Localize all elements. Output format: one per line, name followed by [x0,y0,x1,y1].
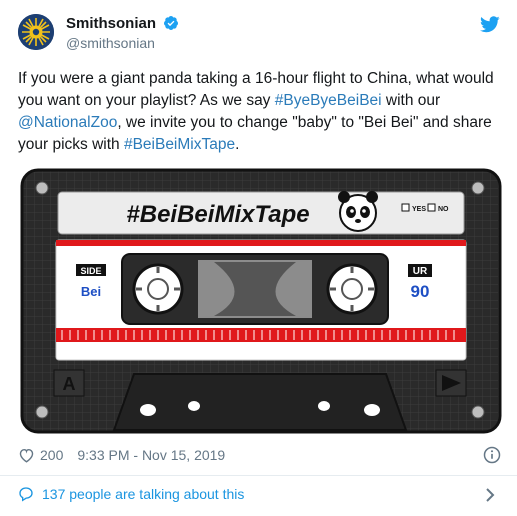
heart-icon[interactable] [18,447,35,463]
tweet-text-segment: . [235,136,240,153]
account-handle[interactable]: @smithsonian [66,35,155,51]
chevron-right-icon[interactable] [485,488,495,502]
cassette-title-text: #BeiBeiMixTape [126,201,309,228]
tweet-media-image[interactable]: #BeiBeiMixTape YES NO SIDE Bei UR 90 A [18,164,502,436]
red-stripe-top [56,240,466,246]
tweet-meta: 200 9:33 PM - Nov 15, 2019 [18,444,225,466]
ur-label: UR [413,266,428,277]
account-name[interactable]: Smithsonian [66,15,156,32]
account-avatar[interactable] [18,14,54,50]
tweet-text: If you were a giant panda taking a 16-ho… [18,68,508,156]
side-a-letter: A [63,374,76,394]
no-checkbox [427,203,436,212]
side-label: SIDE [80,266,101,276]
verified-badge-icon [163,16,178,30]
no-label: NO [438,206,449,213]
like-count[interactable]: 200 [40,447,63,463]
cassette-bottom-trapezoid [112,373,408,431]
ur-value: 90 [411,282,430,301]
cassette-illustration: #BeiBeiMixTape YES NO SIDE Bei UR 90 A [20,168,502,434]
mention-nationalzoo-link[interactable]: @NationalZoo [18,114,117,131]
right-reel [326,263,378,315]
conversation-label: 137 people are talking about this [42,486,245,502]
twitter-bird-icon[interactable] [480,16,500,33]
hashtag-beibeimixtape-link[interactable]: #BeiBeiMixTape [124,136,235,153]
smithsonian-sun-logo [18,14,54,50]
info-icon[interactable] [483,446,501,464]
tweet-timestamp[interactable]: 9:33 PM - Nov 15, 2019 [77,447,225,463]
tweet-text-segment: with our [381,92,441,109]
reply-bubble-icon [19,487,33,502]
yes-label: YES [412,206,426,213]
yes-checkbox [401,203,410,212]
divider [0,475,517,476]
tweet-card: Smithsonian @smithsonian If you were a g… [0,0,517,516]
left-reel [132,263,184,315]
hashtag-byebyebeibei-link[interactable]: #ByeByeBeiBei [275,92,382,109]
conversation-link[interactable]: 137 people are talking about this [18,486,244,502]
panda-icon [338,191,378,232]
side-value: Bei [81,284,101,299]
